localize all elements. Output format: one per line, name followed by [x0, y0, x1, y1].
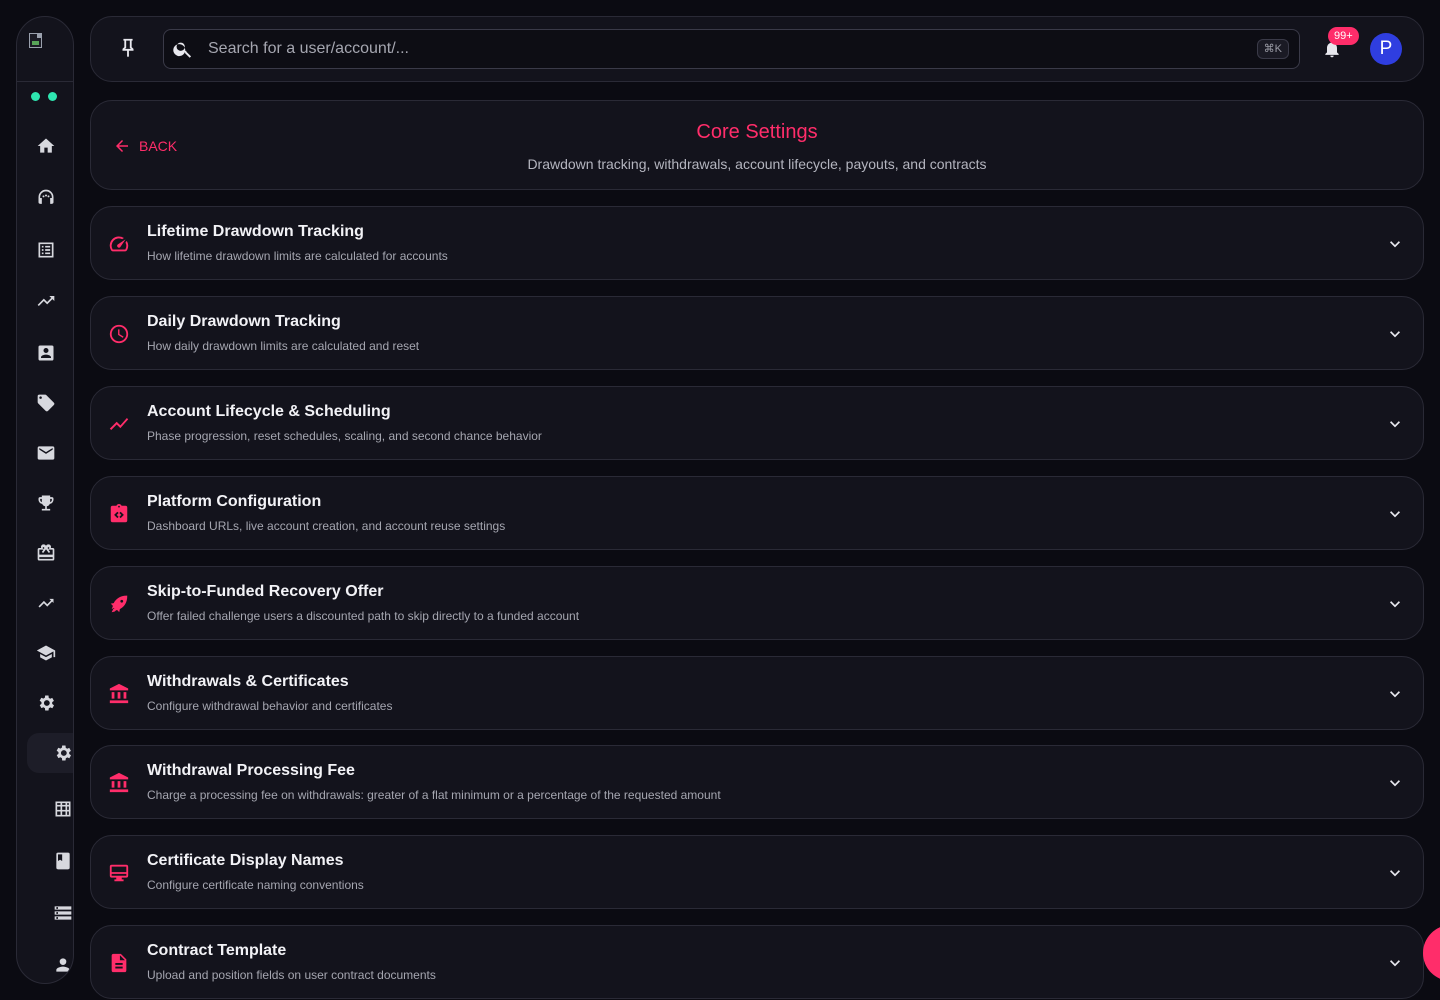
- contact-icon[interactable]: [26, 333, 66, 373]
- tag-icon[interactable]: [26, 383, 66, 423]
- shortcut-hint: ⌘K: [1256, 39, 1289, 59]
- chevron-down-icon[interactable]: [1385, 324, 1405, 344]
- sidebar-divider: [17, 81, 73, 82]
- section-contract-template[interactable]: Contract Template Upload and position fi…: [90, 925, 1424, 999]
- section-skip-to-funded[interactable]: Skip-to-Funded Recovery Offer Offer fail…: [90, 566, 1424, 640]
- settings-active-icon[interactable]: [27, 733, 73, 773]
- page-subtitle: Drawdown tracking, withdrawals, account …: [527, 156, 987, 172]
- search-bar[interactable]: ⌘K: [163, 29, 1300, 69]
- section-description: Configure withdrawal behavior and certif…: [147, 699, 393, 713]
- chevron-down-icon[interactable]: [1385, 863, 1405, 883]
- section-withdrawal-fee[interactable]: Withdrawal Processing Fee Charge a proce…: [90, 745, 1424, 819]
- section-lifetime-drawdown[interactable]: Lifetime Drawdown Tracking How lifetime …: [90, 206, 1424, 280]
- section-description: Dashboard URLs, live account creation, a…: [147, 519, 506, 533]
- page-header: BACK Core Settings Drawdown tracking, wi…: [90, 100, 1424, 190]
- chevron-down-icon[interactable]: [1385, 414, 1405, 434]
- top-bar: ⌘K 99+ P: [90, 16, 1424, 82]
- section-description: Configure certificate naming conventions: [147, 878, 364, 892]
- status-dots: [31, 92, 57, 101]
- section-description: Upload and position fields on user contr…: [147, 968, 436, 982]
- storage-icon[interactable]: [43, 893, 73, 933]
- sidebar: [16, 16, 74, 984]
- chevron-down-icon[interactable]: [1385, 234, 1405, 254]
- trending-small-icon[interactable]: [26, 583, 66, 623]
- trending-icon[interactable]: [26, 281, 66, 321]
- trophy-icon[interactable]: [26, 483, 66, 523]
- section-description: Charge a processing fee on withdrawals: …: [147, 788, 721, 802]
- avatar[interactable]: P: [1370, 33, 1402, 65]
- school-icon[interactable]: [26, 633, 66, 673]
- section-title: Daily Drawdown Tracking: [147, 313, 341, 330]
- notification-badge: 99+: [1328, 27, 1359, 45]
- chevron-down-icon[interactable]: [1385, 953, 1405, 973]
- grid-icon[interactable]: [43, 789, 73, 829]
- list-icon[interactable]: [26, 230, 66, 270]
- section-description: Offer failed challenge users a discounte…: [147, 609, 580, 623]
- gift-card-icon[interactable]: [26, 533, 66, 573]
- clock-icon: [108, 323, 130, 345]
- certificate-icon: [108, 862, 130, 884]
- section-title: Platform Configuration: [147, 493, 322, 510]
- section-daily-drawdown[interactable]: Daily Drawdown Tracking How daily drawdo…: [90, 296, 1424, 370]
- section-title: Lifetime Drawdown Tracking: [147, 223, 364, 240]
- rocket-icon: [108, 593, 130, 615]
- section-title: Contract Template: [147, 942, 287, 959]
- section-title: Certificate Display Names: [147, 852, 344, 869]
- code-clipboard-icon: [108, 503, 130, 525]
- floating-action-button[interactable]: [1423, 925, 1440, 981]
- page-title: Core Settings: [696, 121, 818, 143]
- search-icon: [172, 38, 194, 60]
- section-title: Skip-to-Funded Recovery Offer: [147, 583, 384, 600]
- document-icon: [108, 952, 130, 974]
- settings-icon[interactable]: [26, 683, 66, 723]
- logo-image[interactable]: [29, 33, 47, 51]
- chevron-down-icon[interactable]: [1385, 684, 1405, 704]
- person-icon[interactable]: [43, 945, 73, 983]
- section-platform-configuration[interactable]: Platform Configuration Dashboard URLs, l…: [90, 476, 1424, 550]
- section-description: How daily drawdown limits are calculated…: [147, 339, 420, 353]
- book-icon[interactable]: [43, 841, 73, 881]
- mail-icon[interactable]: [26, 433, 66, 473]
- bank-fee-icon: [108, 772, 130, 794]
- chevron-down-icon[interactable]: [1385, 594, 1405, 614]
- chevron-down-icon[interactable]: [1385, 504, 1405, 524]
- chevron-down-icon[interactable]: [1385, 773, 1405, 793]
- section-title: Withdrawal Processing Fee: [147, 762, 355, 779]
- bank-icon: [108, 683, 130, 705]
- headset-icon[interactable]: [26, 178, 66, 218]
- pin-icon[interactable]: [117, 37, 139, 61]
- section-certificate-names[interactable]: Certificate Display Names Configure cert…: [90, 835, 1424, 909]
- search-input[interactable]: [208, 36, 1238, 62]
- section-title: Account Lifecycle & Scheduling: [147, 403, 391, 420]
- section-withdrawals-certificates[interactable]: Withdrawals & Certificates Configure wit…: [90, 656, 1424, 730]
- section-account-lifecycle[interactable]: Account Lifecycle & Scheduling Phase pro…: [90, 386, 1424, 460]
- section-description: Phase progression, reset schedules, scal…: [147, 429, 542, 443]
- section-description: How lifetime drawdown limits are calcula…: [147, 249, 448, 263]
- speedometer-icon: [108, 233, 130, 255]
- home-icon[interactable]: [26, 126, 66, 166]
- trend-line-icon: [108, 413, 130, 435]
- section-title: Withdrawals & Certificates: [147, 673, 349, 690]
